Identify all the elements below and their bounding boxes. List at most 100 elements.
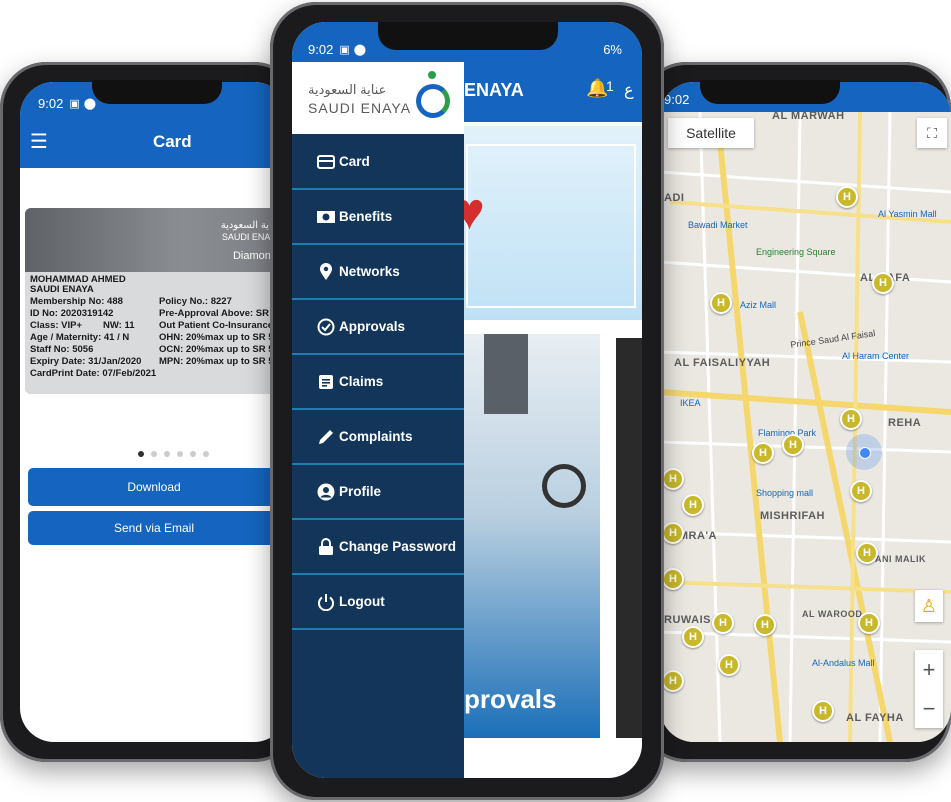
provider-pin[interactable]: H [850,480,872,502]
provider-pin[interactable]: H [872,272,894,294]
carousel-dots [138,451,209,457]
card-nw: NW: 11 [103,320,135,331]
provider-pin[interactable]: H [718,654,740,676]
approvals-tile-label: provals [464,684,557,714]
pencil-icon [316,428,336,446]
status-time: 9:02 [664,91,690,107]
header-title: ENAYA [464,80,524,100]
status-time: 9:02 [38,95,64,111]
provider-pin[interactable]: H [812,700,834,722]
power-icon [316,593,336,611]
notch [378,22,558,50]
provider-pin[interactable]: H [662,522,684,544]
menu-item-label: Profile [339,484,382,499]
menu-item-networks[interactable]: Networks [292,245,464,300]
provider-pin[interactable]: H [782,434,804,456]
menu-item-change-password[interactable]: Change Password [292,520,464,575]
card-staff-no: Staff No: 5056 [30,344,94,355]
carousel-dot[interactable] [177,451,183,457]
place-label: Engineering Square [756,247,836,257]
provider-pin[interactable]: H [682,626,704,648]
map[interactable]: Satellite ⛶ AL MARWAH ADI AL SAFA AL FAI… [660,112,951,742]
place-label: Shopping mall [756,488,814,498]
language-toggle[interactable]: ع [624,80,634,100]
app-bar: ☰ Card [20,124,288,160]
district-label: ADI [664,192,685,204]
district-label: AL FAISALIYYAH [674,357,771,369]
zoom-in-button[interactable]: + [915,650,943,689]
provider-pin[interactable]: H [710,292,732,314]
provider-pin[interactable]: H [662,468,684,490]
provider-pin[interactable]: H [840,408,862,430]
logo-text-en: SAUDI ENAYA [308,100,412,116]
provider-pin[interactable]: H [754,614,776,636]
money-icon [316,210,336,224]
status-battery: 6% [603,41,622,57]
card-policy-no: Policy No.: 8227 [159,296,232,307]
menu-item-label: Complaints [339,429,413,444]
provider-pin[interactable]: H [662,670,684,692]
place-label: Bawadi Market [688,220,748,230]
send-via-email-button[interactable]: Send via Email [28,511,280,545]
menu-item-approvals[interactable]: Approvals [292,300,464,355]
notification-count: 1 [606,78,614,94]
place-label: IKEA [680,398,701,408]
provider-pin[interactable]: H [712,612,734,634]
card-mpn: MPN: 20%max up to SR 50 [159,356,279,367]
carousel-dot[interactable] [138,451,144,457]
card-membership-no: Membership No: 488 [30,296,123,307]
place-label: Al-Andalus Mall [812,658,875,668]
district-label: AL WAROOD [802,609,863,619]
menu-item-card[interactable]: Card [292,135,464,190]
side-tile[interactable] [616,338,642,738]
card-ohn: OHN: 20%max up to SR 50 [159,332,279,343]
current-location-marker [846,434,882,470]
logo-text-ar: عناية السعودية [308,82,387,97]
provider-pin[interactable]: H [856,542,878,564]
provider-pin[interactable]: H [858,612,880,634]
fullscreen-icon[interactable]: ⛶ [917,118,947,148]
card-pre-approval: Pre-Approval Above: SR 2 [159,308,277,319]
district-label: RUWAIS [664,614,711,626]
place-label: Al Yasmin Mall [878,209,937,219]
district-label: MISHRIFAH [760,510,825,522]
provider-pin[interactable]: H [836,186,858,208]
menu-item-label: Logout [339,594,385,609]
place-label: Aziz Mall [740,300,777,310]
street-view-pegman-icon[interactable]: ♙ [915,590,943,622]
gallery-icon: ▣ [339,43,350,56]
approvals-tile[interactable]: provals [464,334,600,738]
carousel-dot[interactable] [190,451,196,457]
carousel-dot[interactable] [151,451,157,457]
document-icon [316,374,336,390]
card-expiry-date: Expiry Date: 31/Jan/2020 [30,356,142,367]
provider-pin[interactable]: H [752,442,774,464]
menu-item-label: Claims [339,374,384,389]
zoom-out-button[interactable]: − [915,689,943,728]
provider-pin[interactable]: H [682,494,704,516]
notch [700,80,840,104]
place-label: Al Haram Center [842,351,910,361]
menu-item-logout[interactable]: Logout [292,575,464,630]
lock-icon [316,537,336,556]
menu-item-benefits[interactable]: Benefits [292,190,464,245]
card-class: Class: VIP+ [30,320,83,331]
menu-item-profile[interactable]: Profile [292,465,464,520]
carousel-dot[interactable] [203,451,209,457]
membership-card: عناية السعودية SAUDI ENAYA Diamond MOHAM… [25,208,285,394]
menu-item-claims[interactable]: Claims [292,355,464,410]
card-icon [316,154,336,169]
district-label: REHA [888,417,922,429]
menu-item-complaints[interactable]: Complaints [292,410,464,465]
left-phone: 9:02 ▣ ⬤ % ☰ Card عناية السعودية SAUDI E… [0,62,300,762]
user-icon [316,483,336,501]
menu-item-label: Change Password [339,539,457,554]
hamburger-menu-icon[interactable]: ☰ [30,132,48,152]
download-button[interactable]: Download [28,468,280,506]
map-type-button[interactable]: Satellite [668,118,754,148]
carousel-dot[interactable] [164,451,170,457]
location-icon: ⬤ [353,43,367,56]
card-co-insurance: Out Patient Co-Insurance: [159,320,277,331]
card-age: Age / Maternity: 41 / N [30,332,130,343]
provider-pin[interactable]: H [662,568,684,590]
